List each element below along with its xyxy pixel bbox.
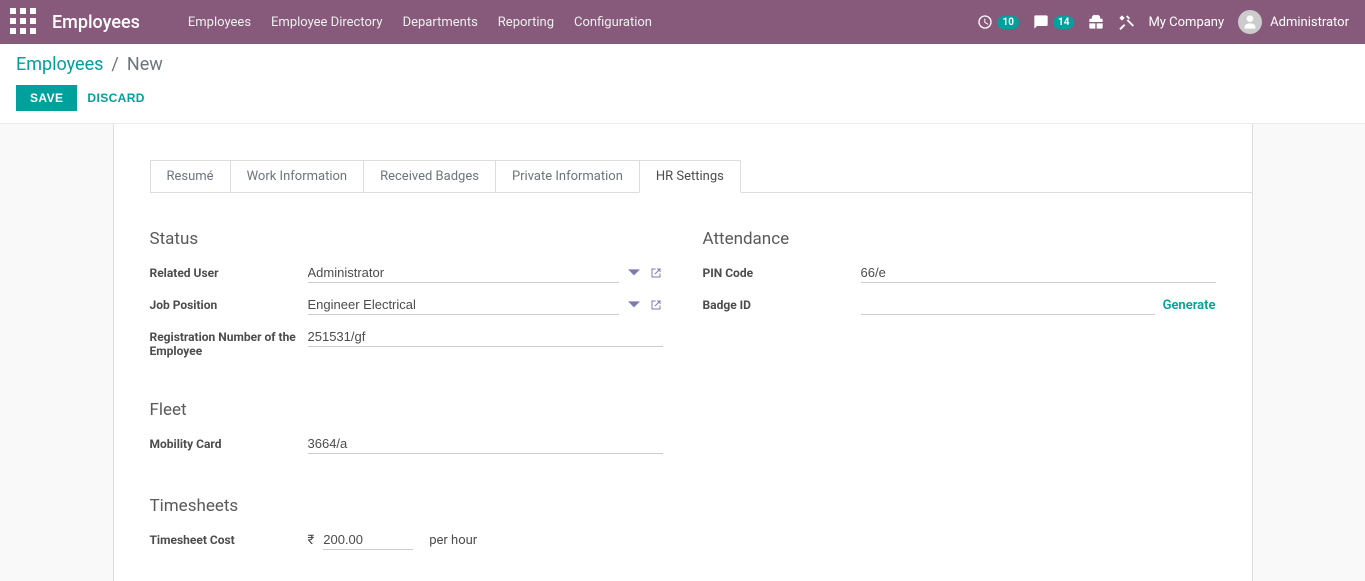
chevron-down-icon[interactable] bbox=[627, 266, 641, 280]
nav-reporting[interactable]: Reporting bbox=[488, 0, 564, 44]
topbar: Employees Employees Employee Directory D… bbox=[0, 0, 1365, 44]
user-menu[interactable]: Administrator bbox=[1238, 10, 1349, 34]
user-name-label: Administrator bbox=[1270, 15, 1349, 30]
debug-button[interactable] bbox=[1118, 14, 1134, 30]
chevron-down-icon[interactable] bbox=[627, 298, 641, 312]
pin-code-field[interactable] bbox=[861, 263, 1216, 283]
section-title-attendance: Attendance bbox=[703, 229, 1216, 249]
related-user-field[interactable] bbox=[308, 263, 619, 283]
breadcrumb-separator: / bbox=[111, 54, 118, 75]
tab-private-information[interactable]: Private Information bbox=[495, 160, 640, 193]
nav-departments[interactable]: Departments bbox=[393, 0, 488, 44]
navmenu: Employees Employee Directory Departments… bbox=[178, 0, 662, 44]
gift-button[interactable] bbox=[1088, 14, 1104, 30]
col-right: Attendance PIN Code Badge ID Generate bbox=[703, 229, 1216, 562]
breadcrumb-current: New bbox=[127, 54, 163, 75]
nav-employee-directory[interactable]: Employee Directory bbox=[261, 0, 393, 44]
generate-badge-button[interactable]: Generate bbox=[1163, 298, 1216, 313]
breadcrumb-root[interactable]: Employees bbox=[16, 54, 103, 75]
clock-icon bbox=[977, 14, 993, 30]
currency-symbol: ₹ bbox=[308, 533, 315, 548]
label-registration-number: Registration Number of the Employee bbox=[150, 327, 300, 358]
section-title-fleet: Fleet bbox=[150, 400, 663, 420]
activities-badge: 10 bbox=[997, 16, 1018, 29]
tab-resume[interactable]: Resumé bbox=[150, 160, 231, 193]
job-position-field[interactable] bbox=[308, 295, 619, 315]
timesheet-cost-suffix: per hour bbox=[429, 533, 477, 548]
avatar bbox=[1238, 10, 1262, 34]
section-title-status: Status bbox=[150, 229, 663, 249]
tabs: Resumé Work Information Received Badges … bbox=[150, 124, 1252, 193]
label-timesheet-cost: Timesheet Cost bbox=[150, 530, 300, 547]
tab-received-badges[interactable]: Received Badges bbox=[363, 160, 496, 193]
tab-hr-settings[interactable]: HR Settings bbox=[639, 160, 741, 193]
activities-button[interactable]: 10 bbox=[977, 14, 1018, 30]
discard-button[interactable]: DISCARD bbox=[87, 91, 144, 105]
tab-pane-hr-settings: Status Related User Job Position bbox=[114, 193, 1252, 562]
label-pin-code: PIN Code bbox=[703, 263, 853, 280]
form-sheet: Resumé Work Information Received Badges … bbox=[113, 124, 1253, 581]
nav-employees[interactable]: Employees bbox=[178, 0, 261, 44]
gift-icon bbox=[1088, 14, 1104, 30]
section-title-timesheets: Timesheets bbox=[150, 496, 663, 516]
label-badge-id: Badge ID bbox=[703, 295, 853, 312]
nav-configuration[interactable]: Configuration bbox=[564, 0, 662, 44]
label-job-position: Job Position bbox=[150, 295, 300, 312]
messages-badge: 14 bbox=[1053, 16, 1074, 29]
timesheet-cost-field[interactable] bbox=[323, 530, 413, 550]
col-left: Status Related User Job Position bbox=[150, 229, 663, 562]
user-icon bbox=[1242, 14, 1258, 30]
topbar-right: 10 14 My Company Administrator bbox=[977, 10, 1357, 34]
save-button[interactable]: SAVE bbox=[16, 85, 77, 111]
external-link-icon[interactable] bbox=[649, 298, 663, 312]
label-related-user: Related User bbox=[150, 263, 300, 280]
external-link-icon[interactable] bbox=[649, 266, 663, 280]
registration-number-field[interactable] bbox=[308, 327, 663, 347]
main-scroll[interactable]: Resumé Work Information Received Badges … bbox=[0, 124, 1365, 581]
badge-id-field[interactable] bbox=[861, 295, 1155, 315]
mobility-card-field[interactable] bbox=[308, 434, 663, 454]
apps-icon[interactable] bbox=[8, 6, 40, 38]
chat-icon bbox=[1033, 14, 1049, 30]
tools-icon bbox=[1118, 14, 1134, 30]
control-panel: Employees / New SAVE DISCARD bbox=[0, 44, 1365, 124]
action-buttons: SAVE DISCARD bbox=[16, 85, 1349, 111]
app-title[interactable]: Employees bbox=[52, 12, 140, 33]
breadcrumb: Employees / New bbox=[16, 54, 1349, 75]
company-switcher[interactable]: My Company bbox=[1148, 15, 1224, 30]
tab-work-information[interactable]: Work Information bbox=[230, 160, 365, 193]
messages-button[interactable]: 14 bbox=[1033, 14, 1074, 30]
label-mobility-card: Mobility Card bbox=[150, 434, 300, 451]
